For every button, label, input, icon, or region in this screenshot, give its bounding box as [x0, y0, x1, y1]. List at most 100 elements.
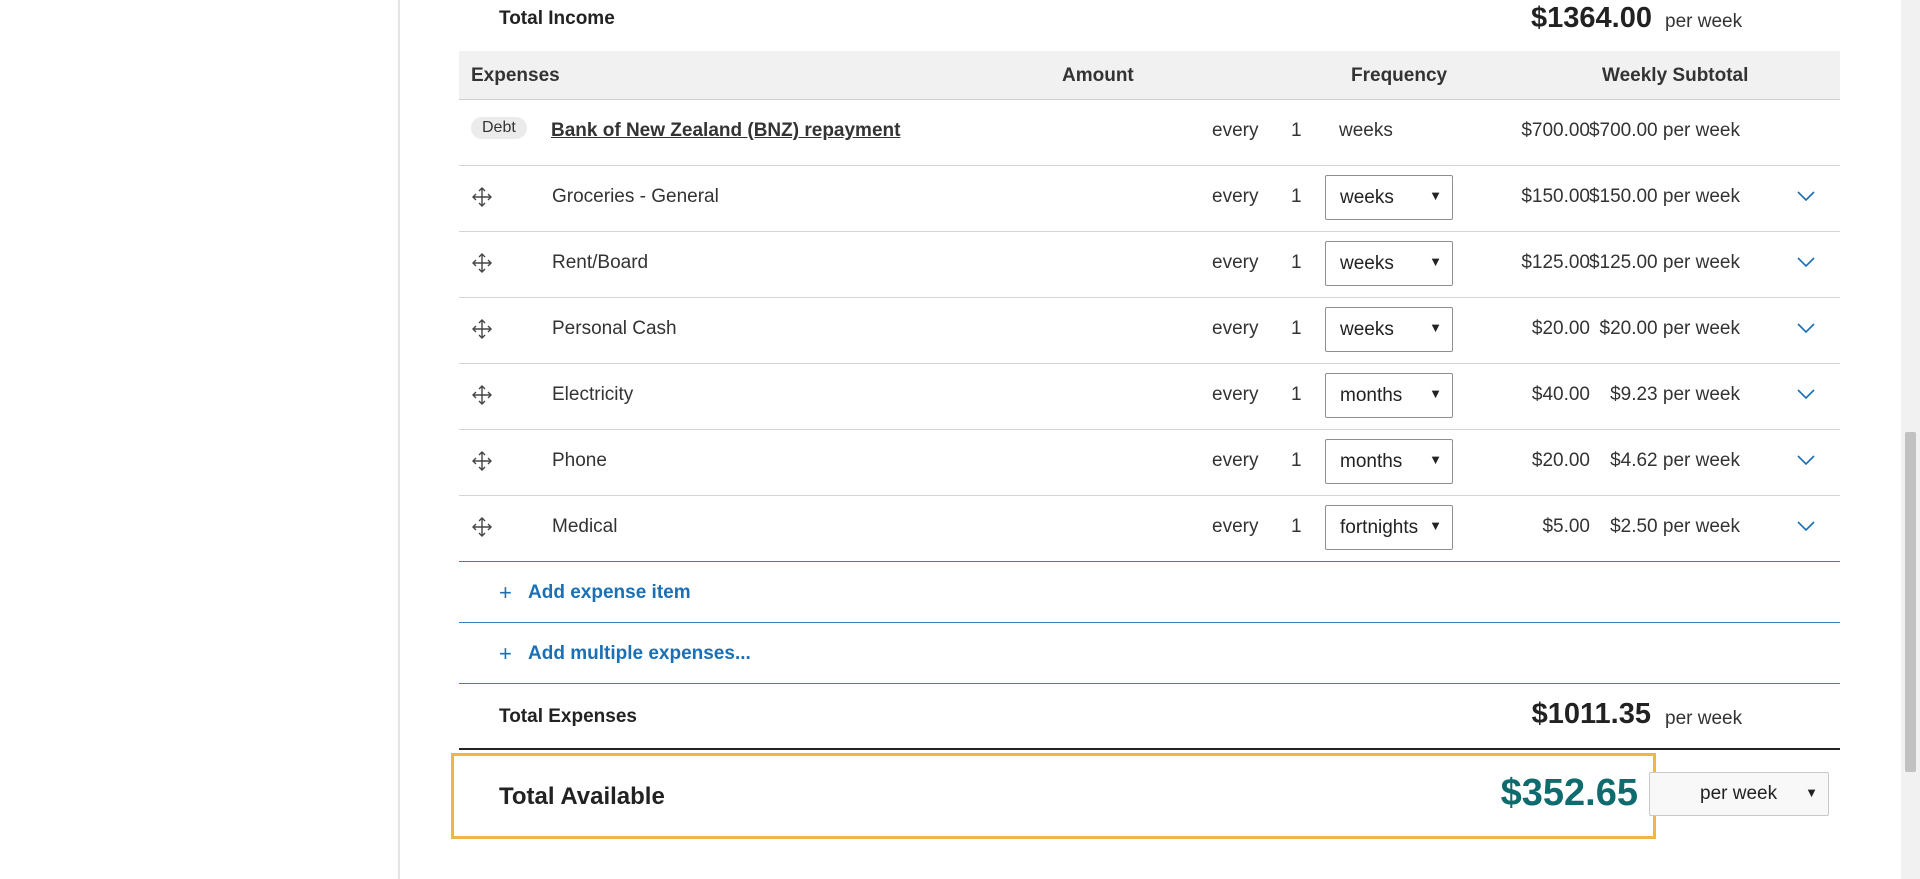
- expense-name: Phone: [552, 450, 607, 471]
- move-icon[interactable]: [471, 318, 493, 340]
- frequency-select-value: months: [1340, 451, 1403, 472]
- expense-row: Phone $20.00 every 1 months ▼ $4.62 per w…: [459, 430, 1840, 496]
- frequency-select[interactable]: weeks ▼: [1325, 307, 1453, 352]
- expense-row: Rent/Board $125.00 every 1 weeks ▼ $125.0…: [459, 232, 1840, 298]
- total-available-amount: $352.65: [1500, 772, 1638, 814]
- dropdown-arrow-icon: ▼: [1805, 785, 1818, 800]
- plus-icon[interactable]: +: [499, 580, 512, 606]
- header-expenses: Expenses: [471, 65, 560, 86]
- debt-link[interactable]: Bank of New Zealand (BNZ) repayment: [551, 120, 900, 142]
- period-select-value: per week: [1700, 783, 1778, 804]
- dropdown-arrow-icon: ▼: [1429, 386, 1442, 401]
- frequency-select-value: weeks: [1340, 319, 1394, 340]
- move-icon[interactable]: [471, 252, 493, 274]
- add-expense-item-button[interactable]: Add expense item: [528, 582, 691, 604]
- expense-count[interactable]: 1: [1291, 450, 1302, 472]
- scrollbar-thumb[interactable]: [1905, 432, 1916, 772]
- expense-row: Medical $5.00 every 1 fortnights ▼ $2.50 …: [459, 496, 1840, 561]
- expense-row: Personal Cash $20.00 every 1 weeks ▼ $20.…: [459, 298, 1840, 364]
- dropdown-arrow-icon: ▼: [1429, 320, 1442, 335]
- expense-amount: $700.00: [1521, 120, 1590, 141]
- plus-icon[interactable]: +: [499, 641, 512, 667]
- dropdown-arrow-icon: ▼: [1429, 254, 1442, 269]
- expense-count[interactable]: 1: [1291, 516, 1302, 538]
- move-icon[interactable]: [471, 450, 493, 472]
- chevron-down-icon[interactable]: [1795, 254, 1817, 270]
- expense-every: every: [1212, 516, 1259, 537]
- period-select[interactable]: per week ▼: [1649, 772, 1829, 816]
- add-expense-item-row: + Add expense item: [459, 561, 1840, 622]
- total-expenses-row: Total Expenses $1011.35 per week: [459, 683, 1840, 750]
- frequency-select[interactable]: months ▼: [1325, 439, 1453, 484]
- expense-name: Groceries - General: [552, 186, 719, 207]
- expenses-table-header: Expenses Amount Frequency Weekly Subtota…: [459, 51, 1840, 100]
- expense-subtotal: $9.23 per week: [1610, 384, 1740, 405]
- frequency-select-value: weeks: [1340, 187, 1394, 208]
- expense-amount[interactable]: $20.00: [1532, 450, 1590, 472]
- chevron-down-icon[interactable]: [1795, 188, 1817, 204]
- expense-subtotal: $2.50 per week: [1610, 516, 1740, 537]
- expense-amount[interactable]: $150.00: [1521, 186, 1590, 208]
- total-available-label: Total Available: [499, 783, 665, 810]
- expense-name: Electricity: [552, 384, 634, 405]
- expense-subtotal: $4.62 per week: [1610, 450, 1740, 471]
- expense-name: Rent/Board: [552, 252, 649, 273]
- expense-every: every: [1212, 318, 1259, 339]
- expense-row-debt: Debt Bank of New Zealand (BNZ) repayment…: [459, 100, 1840, 166]
- scrollbar[interactable]: [1901, 0, 1920, 879]
- total-expenses-label: Total Expenses: [499, 706, 637, 727]
- expense-row: Groceries - General $150.00 every 1 week…: [459, 166, 1840, 232]
- expense-subtotal: $150.00 per week: [1588, 186, 1740, 207]
- expense-every: every: [1212, 120, 1259, 141]
- add-multiple-expenses-button[interactable]: Add multiple expenses...: [528, 643, 751, 665]
- chevron-down-icon[interactable]: [1795, 518, 1817, 534]
- expense-every: every: [1212, 186, 1259, 207]
- expense-every: every: [1212, 252, 1259, 273]
- frequency-select-value: weeks: [1340, 253, 1394, 274]
- expense-amount[interactable]: $40.00: [1532, 384, 1590, 406]
- expense-amount[interactable]: $5.00: [1542, 516, 1590, 538]
- add-multiple-expenses-row: + Add multiple expenses...: [459, 622, 1840, 683]
- header-frequency: Frequency: [1351, 65, 1448, 86]
- debt-badge: Debt: [471, 117, 527, 139]
- expense-unit: weeks: [1339, 120, 1393, 141]
- expense-every: every: [1212, 384, 1259, 405]
- expense-count[interactable]: 1: [1291, 252, 1302, 274]
- dropdown-arrow-icon: ▼: [1429, 452, 1442, 467]
- expense-count: 1: [1291, 120, 1302, 141]
- expense-subtotal: $20.00 per week: [1599, 318, 1741, 339]
- left-panel: [0, 0, 400, 879]
- frequency-select[interactable]: weeks ▼: [1325, 241, 1453, 286]
- chevron-down-icon[interactable]: [1795, 386, 1817, 402]
- dropdown-arrow-icon: ▼: [1429, 188, 1442, 203]
- chevron-down-icon[interactable]: [1795, 452, 1817, 468]
- frequency-select-value: fortnights: [1340, 517, 1419, 538]
- expense-amount[interactable]: $125.00: [1521, 252, 1590, 274]
- expense-subtotal: $700.00 per week: [1588, 120, 1740, 141]
- frequency-select-value: months: [1340, 385, 1403, 406]
- expense-name: Medical: [552, 516, 618, 537]
- frequency-select[interactable]: months ▼: [1325, 373, 1453, 418]
- header-amount: Amount: [1062, 65, 1134, 86]
- chevron-down-icon[interactable]: [1795, 320, 1817, 336]
- total-income-amount: $1364.00: [1531, 2, 1652, 34]
- expense-amount[interactable]: $20.00: [1532, 318, 1590, 340]
- expense-count[interactable]: 1: [1291, 318, 1302, 340]
- frequency-select[interactable]: weeks ▼: [1325, 175, 1453, 220]
- expense-count[interactable]: 1: [1291, 384, 1302, 406]
- frequency-select[interactable]: fortnights ▼: [1325, 505, 1453, 550]
- expense-every: every: [1212, 450, 1259, 471]
- total-income-label: Total Income: [499, 8, 615, 29]
- total-expenses-amount: $1011.35: [1531, 698, 1651, 730]
- expense-name: Personal Cash: [552, 318, 677, 339]
- total-expenses-period: per week: [1665, 708, 1743, 729]
- total-income-period: per week: [1665, 11, 1743, 32]
- expense-subtotal: $125.00 per week: [1588, 252, 1740, 273]
- total-available-box: Total Available $352.65: [451, 753, 1656, 839]
- move-icon[interactable]: [471, 186, 493, 208]
- header-weekly-subtotal: Weekly Subtotal: [1602, 65, 1749, 86]
- move-icon[interactable]: [471, 384, 493, 406]
- expense-row: Electricity $40.00 every 1 months ▼ $9.23…: [459, 364, 1840, 430]
- move-icon[interactable]: [471, 516, 493, 538]
- expense-count[interactable]: 1: [1291, 186, 1302, 208]
